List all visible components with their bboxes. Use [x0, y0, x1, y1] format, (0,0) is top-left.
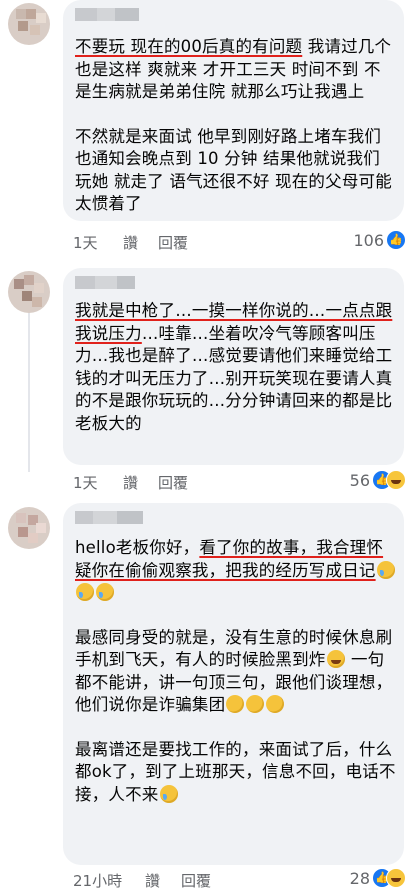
avatar[interactable] — [8, 271, 50, 313]
laughing-face-icon — [386, 868, 406, 888]
reaction-count: 56 — [349, 470, 370, 490]
reaction-count: 28 — [349, 868, 370, 888]
reaction-summary[interactable]: 56 👍 — [350, 470, 406, 490]
comment-bubble: 我就是中枪了…一摸一样你说的…一点点跟我说压力…哇靠…坐着吹冷气等顾客叫压力…我… — [63, 268, 404, 465]
avatar[interactable] — [8, 3, 50, 45]
reaction-summary[interactable]: 28 👍 — [350, 868, 406, 888]
reply-button[interactable]: 回覆 — [158, 472, 188, 493]
timestamp[interactable]: 1天 — [73, 232, 98, 253]
like-button[interactable]: 讚 — [123, 472, 138, 493]
thread-line — [28, 312, 30, 472]
laughing-face-icon — [386, 470, 406, 490]
grinning-sweat-face-icon — [326, 650, 345, 668]
crying-face-icon — [376, 560, 395, 579]
thumbs-up-icon: 👍 — [386, 230, 406, 250]
comment-paragraph: 最感同身受的就是，没有生意的时候休息刷手机到飞天，有人的时候脸黑到炸 一句都不能… — [75, 627, 396, 717]
comment-text-segment: hello老板你好， — [75, 538, 200, 557]
comment-actions: 1天 讚 回覆 106 👍 — [73, 230, 408, 253]
comment-text: 我就是中枪了…一摸一样你说的…一点点跟我说压力…哇靠…坐着吹冷气等顾客叫压力…我… — [75, 300, 396, 435]
comment-paragraph: 我就是中枪了…一摸一样你说的…一点点跟我说压力…哇靠…坐着吹冷气等顾客叫压力…我… — [75, 300, 396, 435]
commenter-name-blurred[interactable] — [75, 511, 149, 524]
timestamp[interactable]: 1天 — [73, 472, 98, 493]
comment-paragraph: 不要玩 现在的00后真的有问题 我请过几个也是这样 爽就来 才开工三天 时间不到… — [75, 36, 396, 104]
rolling-laughing-face-icon — [263, 692, 287, 716]
rolling-laughing-face-icon — [223, 692, 247, 716]
like-button[interactable]: 讚 — [145, 870, 160, 891]
comment-text-segment: 不然就是来面试 他早到刚好路上堵车我们也通知会晚点到 10 分钟 结果他就说我们… — [75, 126, 392, 214]
comment-paragraph: 最离谱还是要找工作的，来面试了后，什么都ok了，到了上班那天，信息不回，电话不接… — [75, 739, 396, 807]
crying-face-icon — [76, 583, 94, 601]
commenter-name-blurred[interactable] — [75, 8, 149, 21]
reply-button[interactable]: 回覆 — [181, 870, 211, 891]
highlighted-text: 不要玩 现在的00后真的有问题 — [75, 37, 303, 56]
rolling-laughing-face-icon — [243, 692, 267, 716]
avatar[interactable] — [8, 507, 50, 549]
crying-face-icon — [159, 784, 178, 803]
comment-bubble: 不要玩 现在的00后真的有问题 我请过几个也是这样 爽就来 才开工三天 时间不到… — [63, 0, 404, 221]
crying-face-icon — [96, 583, 114, 601]
comment-text: 不要玩 现在的00后真的有问题 我请过几个也是这样 爽就来 才开工三天 时间不到… — [75, 36, 396, 216]
comment-text: hello老板你好，看了你的故事，我合理怀疑你在偷偷观察我，把我的经历写成日记最… — [75, 537, 396, 806]
reaction-count: 106 — [353, 230, 384, 250]
commenter-name-blurred[interactable] — [75, 276, 149, 289]
comment-bubble: hello老板你好，看了你的故事，我合理怀疑你在偷偷观察我，把我的经历写成日记最… — [63, 503, 404, 865]
comment-actions: 1天 讚 回覆 56 👍 — [73, 470, 408, 493]
comment-paragraph: hello老板你好，看了你的故事，我合理怀疑你在偷偷观察我，把我的经历写成日记 — [75, 537, 396, 605]
like-button[interactable]: 讚 — [123, 232, 138, 253]
reply-button[interactable]: 回覆 — [158, 232, 188, 253]
comment-text-segment: 最离谱还是要找工作的，来面试了后，什么都ok了，到了上班那天，信息不回，电话不接… — [75, 739, 396, 804]
comment-actions: 21小時 讚 回覆 28 👍 — [73, 868, 408, 891]
timestamp[interactable]: 21小時 — [73, 870, 122, 891]
reaction-summary[interactable]: 106 👍 — [353, 230, 406, 250]
comment-paragraph: 不然就是来面试 他早到刚好路上堵车我们也通知会晚点到 10 分钟 结果他就说我们… — [75, 126, 396, 216]
